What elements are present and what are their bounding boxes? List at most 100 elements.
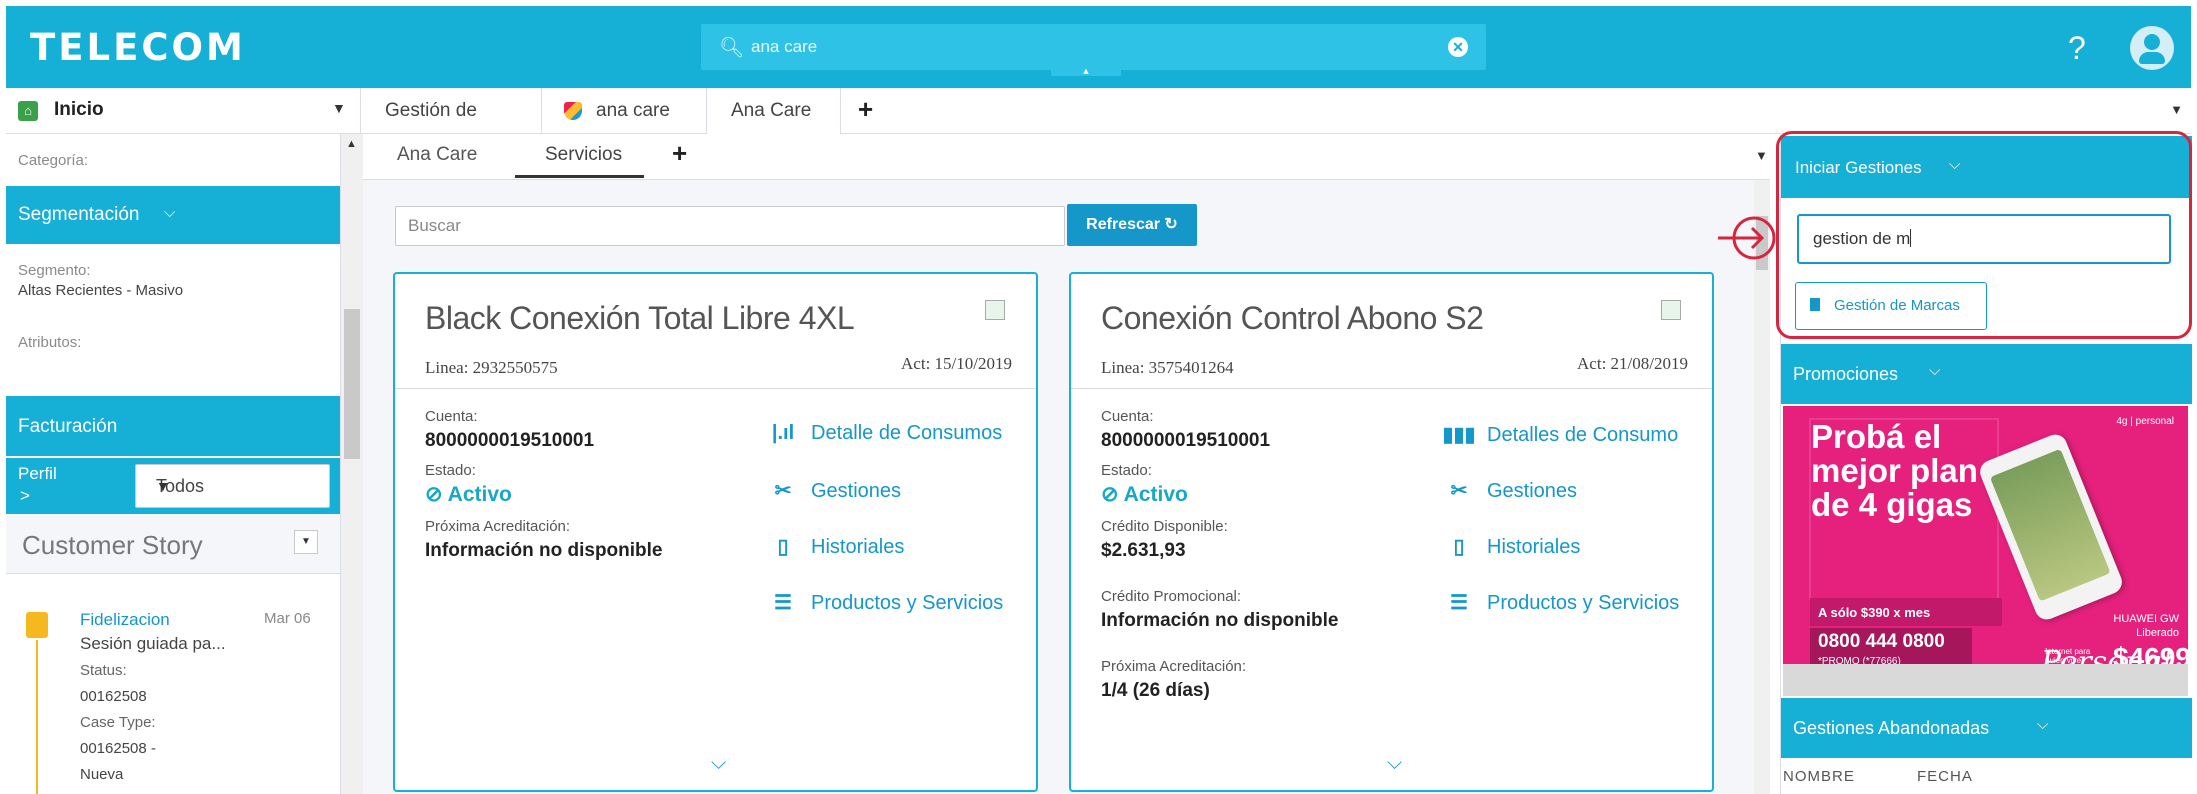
search-icon: 🔍︎ xyxy=(719,37,745,59)
tab-inicio-label: Inicio xyxy=(54,99,104,120)
search-collapse-handle[interactable]: ▲ xyxy=(1051,66,1121,76)
tab-ana-care-account[interactable]: ana care xyxy=(542,88,707,134)
promo-banner[interactable]: Probá el mejor plan de 4 gigas 4g | pers… xyxy=(1783,406,2188,696)
card-linea: Linea: 3575401264 xyxy=(1101,358,1234,377)
bar-chart-icon: |.ıl xyxy=(771,422,795,444)
perfil-select[interactable]: Todos ▼ xyxy=(135,464,330,508)
subtab-servicios[interactable]: Servicios xyxy=(515,144,645,178)
promo-logo: 4g | personal xyxy=(2116,416,2174,427)
promo-price-note: A sólo $390 x mes xyxy=(1810,598,2002,626)
service-card: Black Conexión Total Libre 4XL Linea: 29… xyxy=(393,272,1038,792)
story-status-value: 00162508 xyxy=(80,688,147,705)
historiales-link[interactable]: ▯ Historiales xyxy=(765,534,904,559)
link-label: Detalle de Consumos xyxy=(811,422,1003,444)
field-label: Crédito Disponible: xyxy=(1101,518,1228,535)
highlight-box xyxy=(1776,131,2192,339)
field-label: Próxima Acreditación: xyxy=(425,518,571,535)
chevron-down-icon[interactable]: ⌵ xyxy=(1387,752,1402,775)
broken-image-icon xyxy=(1661,300,1681,320)
historiales-link[interactable]: ▯ Historiales xyxy=(1441,534,1580,559)
gestiones-link[interactable]: ✂ Gestiones xyxy=(765,478,901,503)
user-avatar[interactable] xyxy=(2130,26,2174,70)
clear-search-icon[interactable]: ✕ xyxy=(1448,37,1468,57)
scrollbar-thumb[interactable] xyxy=(344,309,360,459)
card-act-date: Act: 21/08/2019 xyxy=(1577,354,1688,373)
subtab-ana-care[interactable]: Ana Care xyxy=(397,144,477,166)
main-scrollbar[interactable] xyxy=(1754,180,1770,794)
refrescar-button[interactable]: Refrescar ↻ xyxy=(1067,204,1197,246)
field-label: Crédito Promocional: xyxy=(1101,588,1242,605)
main-content: Ana Care Servicios + ▼ Buscar Refrescar … xyxy=(363,134,1770,794)
workspace-tabs: ⌂ Inicio ▼ Gestión de clientes ana care … xyxy=(6,88,2191,167)
chevron-down-icon[interactable]: ▼ xyxy=(294,530,318,554)
cuenta-label: Cuenta: xyxy=(425,408,478,425)
field-value: Información no disponible xyxy=(425,540,663,561)
tools-icon: ✂ xyxy=(1450,480,1468,502)
segmentacion-header[interactable]: Segmentación ⌵ xyxy=(6,186,340,244)
promo-phone: 0800 444 0800 xyxy=(1818,631,1945,652)
global-search[interactable]: 🔍︎ ✕ ▲ xyxy=(701,24,1486,76)
estado-label: Estado: xyxy=(425,462,476,479)
tab-inicio[interactable]: ⌂ Inicio ▼ xyxy=(6,88,361,134)
story-casetype-value: 00162508 - xyxy=(80,740,156,757)
card-act-date: Act: 15/10/2019 xyxy=(901,354,1012,373)
productos-servicios-link[interactable]: ☰ Productos y Servicios xyxy=(1441,590,1679,615)
detalles-consumo-link[interactable]: ▮▮▮ Detalles de Consumo xyxy=(1441,422,1678,447)
divider xyxy=(1071,388,1712,389)
cuenta-value: 8000000019510001 xyxy=(1101,430,1271,451)
facturacion-title: Facturación xyxy=(18,416,118,437)
chevron-down-icon: ⌵ xyxy=(1929,362,1941,379)
arrow-right-icon xyxy=(1718,216,1776,260)
tab-label: Ana Care xyxy=(731,100,812,121)
chevron-down-icon[interactable]: ⌵ xyxy=(711,752,726,775)
subtabs: Ana Care Servicios + ▼ xyxy=(363,134,1770,180)
link-label: Gestiones xyxy=(811,480,902,502)
add-subtab-button[interactable]: + xyxy=(672,138,687,169)
facturacion-header[interactable]: Facturación xyxy=(6,396,340,456)
perfil-expand-icon[interactable]: > xyxy=(20,486,30,506)
story-desc: Sesión guiada pa... xyxy=(80,634,226,653)
broken-image-icon xyxy=(985,300,1005,320)
story-title-link[interactable]: Fidelizacion xyxy=(80,610,170,630)
tab-ana-care[interactable]: Ana Care xyxy=(707,88,841,134)
document-icon: ▯ xyxy=(777,536,789,558)
story-extra: Nueva xyxy=(80,766,124,783)
promo-headline: Probá el mejor plan de 4 gigas xyxy=(1811,420,1997,598)
story-casetype-label: Case Type: xyxy=(80,714,156,731)
link-label: Historiales xyxy=(1487,536,1581,558)
field-label: Próxima Acreditación: xyxy=(1101,658,1247,675)
promociones-header[interactable]: Promociones ⌵ xyxy=(1781,344,2192,404)
add-tab-button[interactable]: + xyxy=(858,94,873,125)
chevron-down-icon[interactable]: ▼ xyxy=(2170,102,2183,117)
link-label: Productos y Servicios xyxy=(1487,592,1680,614)
gestiones-abandonadas-header[interactable]: Gestiones Abandonadas ⌵ xyxy=(1781,698,2192,758)
home-icon: ⌂ xyxy=(18,101,38,121)
abandonadas-table-header: NOMBRE FECHA xyxy=(1781,758,2192,794)
calendar-icon xyxy=(26,612,48,638)
chevron-down-icon[interactable]: ▼ xyxy=(332,100,346,116)
field-value: Información no disponible xyxy=(1101,610,1339,631)
link-label: Historiales xyxy=(811,536,905,558)
buscar-input[interactable]: Buscar xyxy=(395,206,1065,246)
link-label: Gestiones xyxy=(1487,480,1578,502)
segmento-value: Altas Recientes - Masivo xyxy=(18,282,184,299)
status-badge: ⊘ Activo xyxy=(1101,483,1188,506)
phone-image xyxy=(1976,430,2126,624)
help-icon[interactable]: ? xyxy=(2068,30,2086,67)
col-fecha: FECHA xyxy=(1917,768,1973,785)
service-card: Conexión Control Abono S2 Linea: 3575401… xyxy=(1069,272,1714,792)
sidebar-scrollbar[interactable]: ▲ xyxy=(341,134,363,794)
detalle-consumos-link[interactable]: |.ıl Detalle de Consumos xyxy=(765,422,1002,445)
search-input[interactable] xyxy=(751,34,1401,60)
col-nombre: NOMBRE xyxy=(1783,768,1855,785)
estado-label: Estado: xyxy=(1101,462,1152,479)
chevron-down-icon[interactable]: ▼ xyxy=(1755,148,1768,163)
productos-servicios-link[interactable]: ☰ Productos y Servicios xyxy=(765,590,1003,615)
scroll-up-icon[interactable]: ▲ xyxy=(346,138,357,150)
segmento-label: Segmento: xyxy=(18,262,91,279)
customer-story-header: Customer Story ▼ xyxy=(6,514,340,574)
field-value: $2.631,93 xyxy=(1101,540,1186,561)
gestiones-link[interactable]: ✂ Gestiones xyxy=(1441,478,1577,503)
chevron-down-icon: ⌵ xyxy=(2037,716,2049,733)
tab-gestion-clientes[interactable]: Gestión de clientes xyxy=(361,88,542,167)
